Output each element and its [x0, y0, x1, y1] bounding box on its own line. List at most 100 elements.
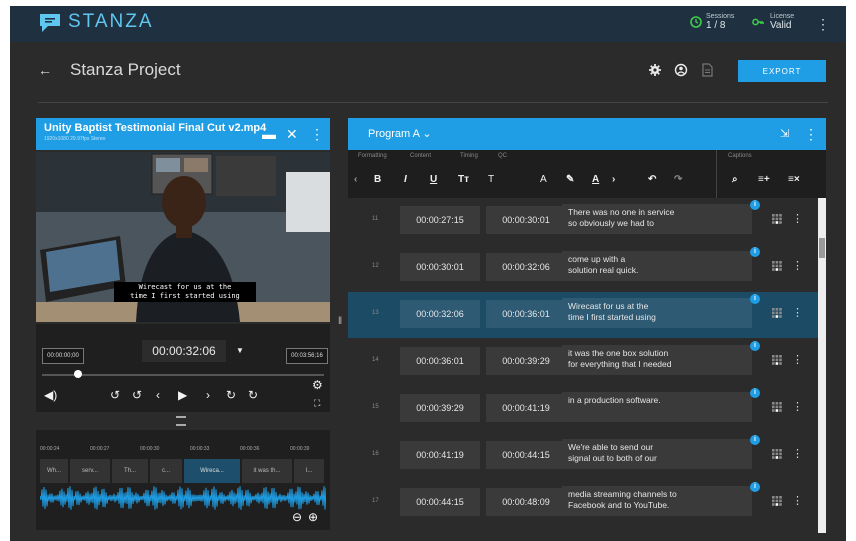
caption-text-field[interactable]: in a production software.: [562, 392, 752, 422]
chevron-down-icon[interactable]: ▼: [236, 346, 244, 355]
caption-in-time[interactable]: 00:00:39:29: [400, 394, 480, 422]
caption-out-time[interactable]: 00:00:32:06: [486, 253, 566, 281]
caption-out-time[interactable]: 00:00:44:15: [486, 441, 566, 469]
caption-out-time[interactable]: 00:00:41:19: [486, 394, 566, 422]
caption-in-time[interactable]: 00:00:30:01: [400, 253, 480, 281]
account-icon[interactable]: [674, 63, 688, 77]
document-icon[interactable]: [700, 63, 714, 77]
bold-icon[interactable]: B: [374, 174, 381, 185]
tab-content[interactable]: Content: [410, 153, 431, 159]
close-icon[interactable]: ✕: [286, 126, 298, 143]
timeline-clip[interactable]: Th...: [112, 459, 148, 483]
caption-text-field[interactable]: Wirecast for us at the time I first start…: [562, 298, 752, 328]
caption-out-time[interactable]: 00:00:36:01: [486, 300, 566, 328]
timeline-clip-active[interactable]: Wireca...: [184, 459, 240, 483]
more-format-icon[interactable]: ›: [612, 174, 615, 185]
row-menu-icon[interactable]: ⋮: [792, 306, 803, 319]
frame-back-icon[interactable]: ‹: [156, 388, 160, 402]
video-preview[interactable]: Wirecast for us at the time I first star…: [36, 152, 330, 322]
caption-text-field[interactable]: We're able to send our signal out to both…: [562, 439, 752, 469]
caption-in-time[interactable]: 00:00:36:01: [400, 347, 480, 375]
caption-row[interactable]: 12 00:00:30:01 00:00:32:06 come up with a so…: [348, 245, 818, 291]
scrub-bar[interactable]: [42, 374, 324, 376]
info-icon[interactable]: i: [750, 294, 760, 304]
caption-text-field[interactable]: media streaming channels to Facebook and …: [562, 486, 752, 516]
timeline-clip[interactable]: Wh...: [40, 459, 68, 483]
row-menu-icon[interactable]: ⋮: [792, 400, 803, 413]
forward-10-icon[interactable]: ↻: [248, 388, 258, 402]
tab-qc[interactable]: QC: [498, 153, 507, 159]
tab-timing[interactable]: Timing: [460, 153, 478, 159]
settings-gear-icon[interactable]: [648, 63, 662, 77]
caption-text-field[interactable]: it was the one box solution for everythin…: [562, 345, 752, 375]
export-button[interactable]: EXPORT: [738, 60, 826, 82]
text-size-icon[interactable]: Tт: [458, 174, 469, 185]
forward-5-icon[interactable]: ↻: [226, 388, 236, 402]
grid-position-icon[interactable]: [772, 261, 782, 271]
caption-in-time[interactable]: 00:00:41:19: [400, 441, 480, 469]
player-settings-icon[interactable]: ⚙: [312, 378, 323, 392]
tab-captions[interactable]: Captions: [728, 153, 752, 159]
caption-row[interactable]: 17 00:00:44:15 00:00:48:09 media streaming …: [348, 480, 818, 526]
play-icon[interactable]: ▶: [178, 388, 187, 402]
add-caption-icon[interactable]: ≡+: [758, 174, 770, 185]
rewind-10-icon[interactable]: ↺: [110, 388, 120, 402]
caption-out-time[interactable]: 00:00:30:01: [486, 206, 566, 234]
caption-text-field[interactable]: There was no one in service so obviously …: [562, 204, 752, 234]
italic-icon[interactable]: I: [404, 174, 407, 185]
tab-formatting[interactable]: Formatting: [358, 153, 387, 159]
info-icon[interactable]: i: [750, 341, 760, 351]
folder-icon[interactable]: ▬: [262, 126, 276, 142]
grid-position-icon[interactable]: [772, 449, 782, 459]
grid-position-icon[interactable]: [772, 402, 782, 412]
row-menu-icon[interactable]: ⋮: [792, 212, 803, 225]
grid-position-icon[interactable]: [772, 308, 782, 318]
exit-icon[interactable]: ⇲: [780, 127, 789, 140]
scrollbar-thumb[interactable]: [819, 238, 825, 258]
program-selector[interactable]: Program A ⌄: [368, 127, 432, 140]
grid-position-icon[interactable]: [772, 355, 782, 365]
fullscreen-icon[interactable]: ⛶: [314, 398, 320, 409]
caption-out-time[interactable]: 00:00:39:29: [486, 347, 566, 375]
row-menu-icon[interactable]: ⋮: [792, 447, 803, 460]
caption-in-time[interactable]: 00:00:32:06: [400, 300, 480, 328]
split-drag-handle[interactable]: ‖: [338, 316, 342, 327]
end-timecode[interactable]: 00:03:56;16: [286, 348, 328, 364]
rewind-5-icon[interactable]: ↺: [132, 388, 142, 402]
row-menu-icon[interactable]: ⋮: [792, 494, 803, 507]
info-icon[interactable]: i: [750, 388, 760, 398]
caption-out-time[interactable]: 00:00:48:09: [486, 488, 566, 516]
info-icon[interactable]: i: [750, 247, 760, 257]
frame-forward-icon[interactable]: ›: [206, 388, 210, 402]
timeline-clip[interactable]: serv...: [70, 459, 110, 483]
media-menu-icon[interactable]: ⋮: [310, 126, 324, 143]
redo-icon[interactable]: ↷: [674, 174, 682, 185]
timeline-clip[interactable]: I...: [294, 459, 324, 483]
volume-icon[interactable]: ◀): [44, 388, 57, 402]
caption-row[interactable]: 14 00:00:36:01 00:00:39:29 it was the one b…: [348, 339, 818, 385]
scroll-left-icon[interactable]: ‹: [354, 174, 357, 185]
info-icon[interactable]: i: [750, 435, 760, 445]
row-menu-icon[interactable]: ⋮: [792, 259, 803, 272]
row-menu-icon[interactable]: ⋮: [792, 353, 803, 366]
font-color-icon[interactable]: A: [540, 174, 547, 185]
caption-list-scrollbar[interactable]: [818, 198, 826, 533]
caption-row[interactable]: 11 00:00:27:15 00:00:30:01 There was no one…: [348, 198, 818, 244]
zoom-out-icon[interactable]: ⊖: [292, 510, 302, 524]
zoom-in-icon[interactable]: ⊕: [308, 510, 318, 524]
text-color-icon[interactable]: A: [592, 174, 599, 185]
text-style-icon[interactable]: T: [488, 174, 494, 185]
current-timecode[interactable]: 00:00:32:06: [142, 340, 226, 362]
scrub-handle[interactable]: [74, 370, 82, 378]
waveform-timeline[interactable]: 00:00:24 00:00:27 00:00:30 00:00:33 00:0…: [36, 430, 330, 530]
app-menu-icon[interactable]: ⋮: [816, 17, 830, 31]
underline-icon[interactable]: U: [430, 174, 437, 185]
grid-position-icon[interactable]: [772, 496, 782, 506]
back-arrow-icon[interactable]: ←: [38, 62, 52, 78]
find-replace-icon[interactable]: ⌕: [732, 174, 738, 185]
caption-row[interactable]: 16 00:00:41:19 00:00:44:15 We're able to se…: [348, 433, 818, 479]
grid-position-icon[interactable]: [772, 214, 782, 224]
caption-row[interactable]: 13 00:00:32:06 00:00:36:01 Wirecast for us …: [348, 292, 818, 338]
undo-icon[interactable]: ↶: [648, 174, 656, 185]
clear-format-icon[interactable]: ≡×: [788, 174, 800, 185]
